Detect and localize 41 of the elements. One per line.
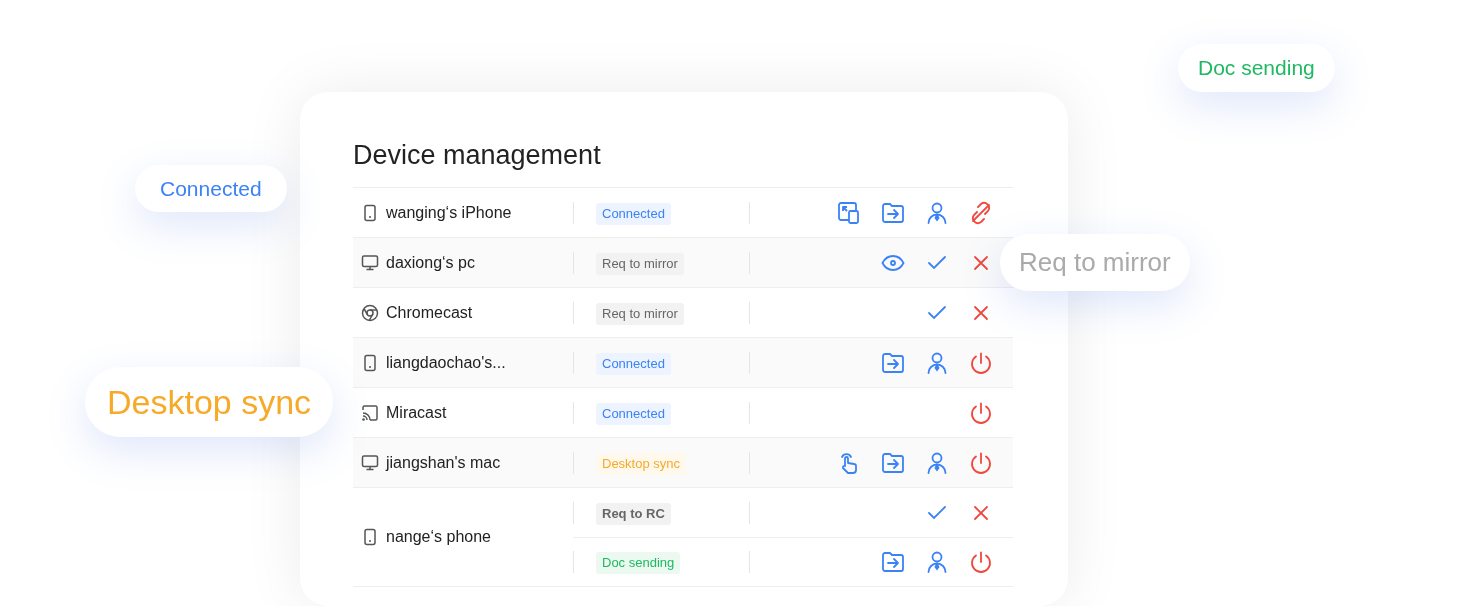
status-badge: Req to mirror	[596, 252, 684, 275]
folder-arrow-icon[interactable]	[881, 200, 905, 225]
status-badge: Doc sending	[596, 552, 681, 574]
folder-arrow-icon[interactable]	[881, 550, 905, 574]
monitor-icon	[361, 453, 379, 472]
cast-icon	[361, 403, 379, 422]
person-icon[interactable]	[925, 350, 949, 375]
screen-mirror-icon[interactable]	[837, 200, 861, 225]
device-name: liangdaochao's...	[386, 352, 506, 373]
status-badge: Req to mirror	[596, 302, 684, 325]
floating-status-label: Doc sending	[1178, 44, 1335, 92]
power-icon[interactable]	[969, 450, 993, 475]
device-name: Chromecast	[386, 302, 473, 323]
status-badge: Req to RC	[596, 502, 671, 525]
phone-icon	[361, 203, 379, 222]
status-badge: Desktop sync	[596, 452, 687, 475]
device-name: daxiong‘s pc	[386, 252, 475, 273]
floating-status-label: Req to mirror	[1000, 234, 1190, 291]
floating-status-label: Desktop sync	[85, 367, 334, 437]
status-badge: Connected	[596, 352, 671, 375]
person-icon[interactable]	[925, 200, 949, 225]
person-icon[interactable]	[925, 550, 949, 574]
device-name: wanging‘s iPhone	[386, 202, 512, 223]
device-name: nange‘s phone	[386, 527, 491, 547]
phone-icon	[361, 353, 379, 372]
power-icon[interactable]	[969, 350, 993, 375]
panel-title: Device management	[353, 139, 601, 172]
folder-arrow-icon[interactable]	[881, 450, 905, 475]
phone-icon	[361, 528, 379, 546]
device-name: Miracast	[386, 402, 447, 423]
status-badge: Connected	[596, 402, 671, 425]
floating-status-label: Connected	[135, 165, 287, 212]
chrome-logo-icon	[361, 303, 379, 322]
monitor-icon	[361, 253, 379, 272]
power-icon[interactable]	[969, 550, 993, 574]
power-icon[interactable]	[969, 400, 993, 425]
unlink-icon[interactable]	[969, 200, 993, 225]
person-icon[interactable]	[925, 450, 949, 475]
status-badge: Connected	[596, 202, 671, 225]
device-name: jiangshan's mac	[386, 452, 501, 473]
folder-arrow-icon[interactable]	[881, 350, 905, 375]
